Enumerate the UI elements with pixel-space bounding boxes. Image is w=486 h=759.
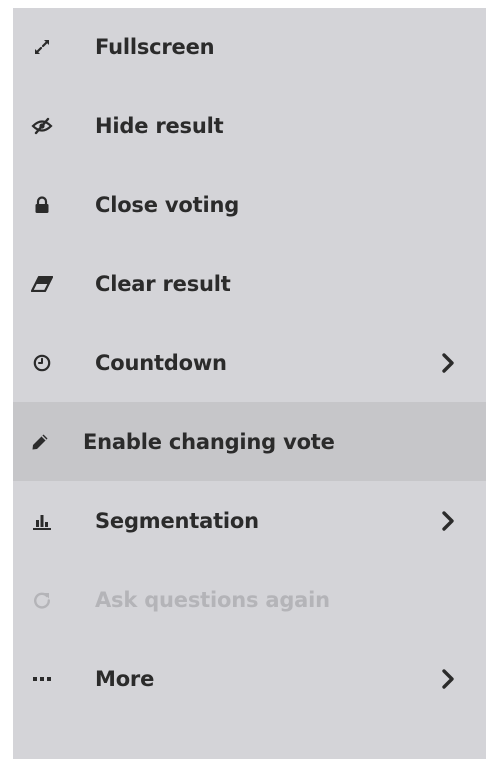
eraser-icon — [30, 272, 54, 296]
menu-item-ask-questions-again: Ask questions again — [13, 560, 486, 639]
menu-item-more[interactable]: More — [13, 639, 486, 718]
menu-item-label: Fullscreen — [95, 35, 215, 59]
expand-icon — [30, 35, 54, 59]
redo-icon — [30, 588, 54, 612]
menu-item-label: Countdown — [95, 350, 227, 375]
menu-item-label: Close voting — [95, 192, 240, 217]
clock-icon — [30, 351, 54, 375]
ellipsis-icon — [30, 667, 54, 691]
pencil-icon — [28, 430, 52, 454]
menu-item-segmentation[interactable]: Segmentation — [13, 481, 486, 560]
menu-item-fullscreen[interactable]: Fullscreen — [13, 8, 486, 86]
chevron-right-icon — [442, 510, 454, 531]
context-menu: Fullscreen Hide result Close voting Clea… — [13, 8, 486, 759]
chevron-right-icon — [442, 668, 454, 689]
menu-item-label: More — [95, 666, 155, 691]
chevron-right-icon — [442, 352, 454, 373]
menu-item-label: Clear result — [95, 271, 231, 296]
lock-icon — [30, 193, 54, 217]
menu-item-close-voting[interactable]: Close voting — [13, 165, 486, 244]
menu-item-label: Enable changing vote — [83, 429, 335, 454]
bar-chart-icon — [30, 509, 54, 533]
menu-item-countdown[interactable]: Countdown — [13, 323, 486, 402]
menu-item-label: Ask questions again — [95, 587, 330, 612]
menu-item-clear-result[interactable]: Clear result — [13, 244, 486, 323]
menu-item-label: Hide result — [95, 113, 224, 138]
menu-item-enable-changing-vote[interactable]: Enable changing vote — [13, 402, 486, 481]
menu-item-label: Segmentation — [95, 508, 259, 533]
eye-slash-icon — [30, 114, 54, 138]
menu-item-hide-result[interactable]: Hide result — [13, 86, 486, 165]
